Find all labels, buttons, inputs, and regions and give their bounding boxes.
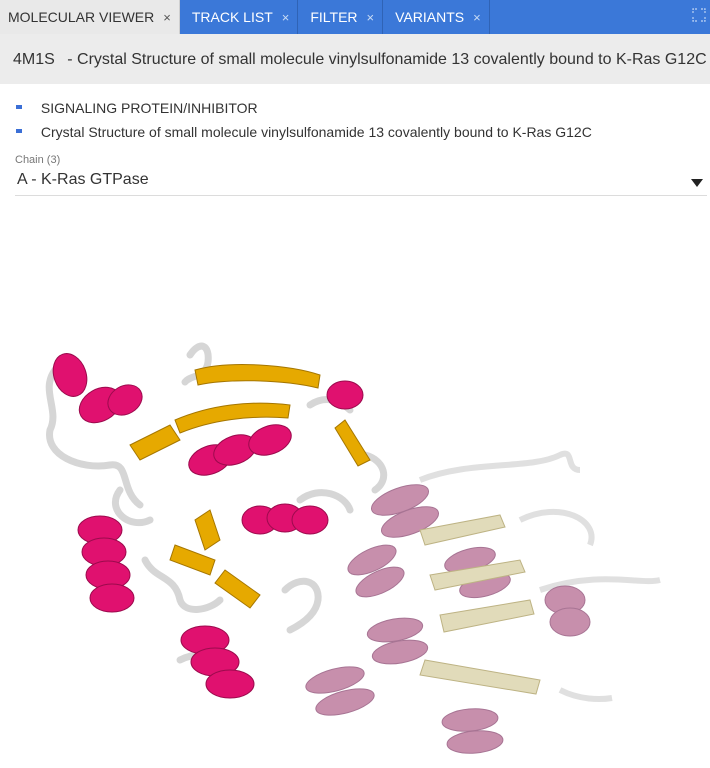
description-text: Crystal Structure of small molecule viny… (40, 124, 592, 140)
pdb-id: 4M1S (13, 51, 55, 68)
tab-label: FILTER (310, 9, 358, 25)
bullet-icon (16, 129, 22, 134)
close-icon[interactable]: × (367, 10, 375, 25)
tab-label: VARIANTS (395, 9, 465, 25)
close-icon[interactable]: × (473, 10, 481, 25)
tab-track-list[interactable]: TRACK LIST × (180, 0, 299, 34)
chain-select[interactable]: A - K-Ras GTPase (15, 171, 707, 196)
description-item: Crystal Structure of small molecule viny… (16, 124, 706, 140)
description-text: SIGNALING PROTEIN/INHIBITOR (40, 100, 258, 116)
chain-label: Chain (3) (15, 154, 61, 166)
close-icon[interactable]: × (282, 10, 290, 25)
molecular-viewer-canvas[interactable] (0, 200, 710, 768)
faded-chains (305, 450, 661, 754)
dropdown-arrow-icon[interactable] (691, 179, 703, 187)
fullscreen-icon[interactable] (692, 8, 706, 22)
chain-selected-value: A - K-Ras GTPase (17, 171, 149, 188)
structure-title: - Crystal Structure of small molecule vi… (67, 51, 707, 68)
tab-label: TRACK LIST (191, 9, 273, 25)
structure-title-bar: 4M1S - Crystal Structure of small molecu… (0, 34, 710, 84)
bullet-icon (16, 105, 22, 110)
description-item: SIGNALING PROTEIN/INHIBITOR (16, 100, 706, 116)
close-icon[interactable]: × (163, 10, 171, 25)
main-chain (45, 342, 388, 699)
tab-filter[interactable]: FILTER × (298, 0, 384, 34)
tab-bar: MOLECULAR VIEWER × TRACK LIST × FILTER ×… (0, 0, 710, 34)
tab-label: MOLECULAR VIEWER (8, 9, 155, 25)
tab-molecular-viewer[interactable]: MOLECULAR VIEWER × (0, 0, 180, 34)
tab-variants[interactable]: VARIANTS × (383, 0, 490, 34)
